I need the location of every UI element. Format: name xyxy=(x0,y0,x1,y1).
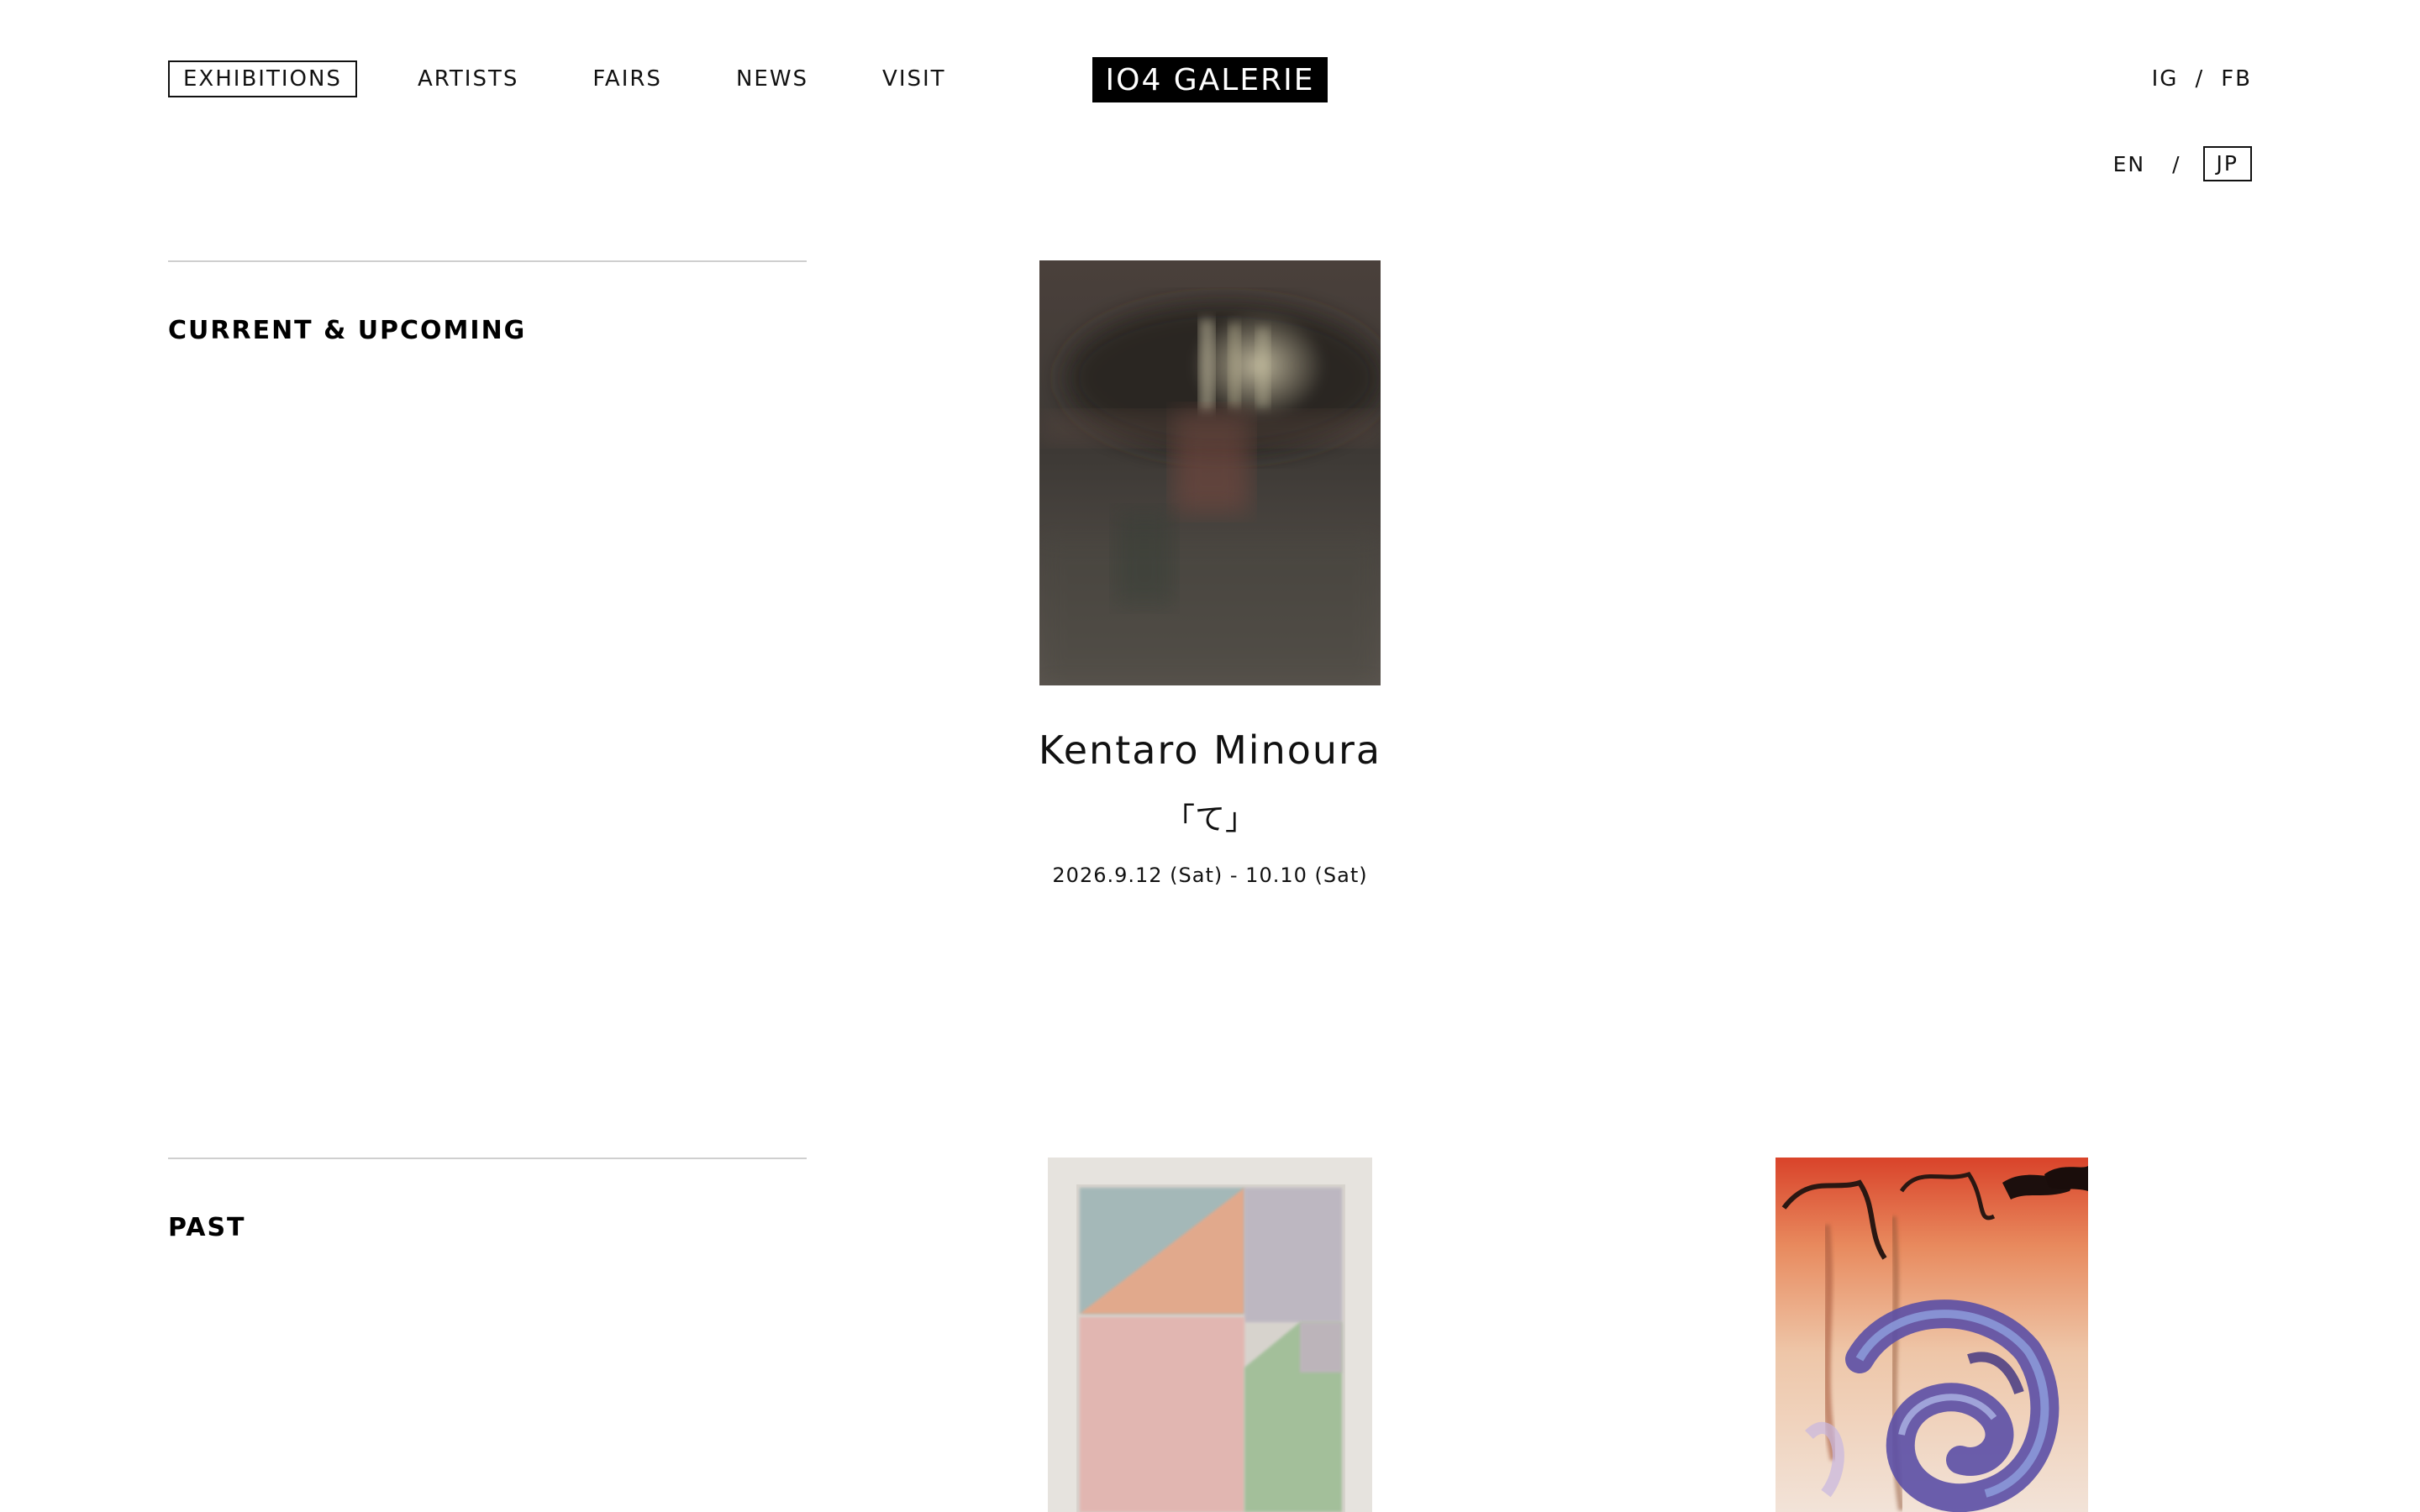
exhibition-artwork-image[interactable] xyxy=(1039,260,1381,685)
section-divider-past xyxy=(168,1158,807,1159)
site-logo[interactable]: IO4 GALERIE xyxy=(1092,57,1328,102)
exhibition-dates: 2026.9.12 (Sat) - 10.10 (Sat) xyxy=(1052,864,1368,887)
main-nav: EXHIBITIONS ARTISTS FAIRS NEWS VISIT xyxy=(168,60,1007,97)
exhibition-artist-name[interactable]: Kentaro Minoura xyxy=(874,727,1546,773)
lang-en[interactable]: EN xyxy=(2113,152,2146,176)
section-title-past: PAST xyxy=(168,1213,246,1242)
section-title-current: CURRENT & UPCOMING xyxy=(168,316,527,345)
page: EXHIBITIONS ARTISTS FAIRS NEWS VISIT IO4… xyxy=(0,0,2420,1512)
current-exhibition-card[interactable]: Kentaro Minoura 「て」 2026.9.12 (Sat) - 10… xyxy=(874,260,1546,887)
facebook-link[interactable]: FB xyxy=(2221,66,2252,92)
past-exhibition-thumbnail-2[interactable] xyxy=(1776,1158,2088,1512)
past-exhibition-thumbnail-1[interactable] xyxy=(1048,1158,1372,1512)
social-links: IG / FB xyxy=(2152,60,2252,97)
section-divider-current xyxy=(168,260,807,262)
past-artwork-image-2[interactable] xyxy=(1776,1158,2088,1512)
nav-exhibitions[interactable]: EXHIBITIONS xyxy=(168,60,357,97)
instagram-link[interactable]: IG xyxy=(2152,66,2179,92)
exhibition-title: 「て」 xyxy=(1164,802,1255,837)
lang-jp[interactable]: JP xyxy=(2202,146,2252,181)
lang-separator: / xyxy=(2172,151,2181,176)
nav-news[interactable]: NEWS xyxy=(723,60,822,97)
social-separator: / xyxy=(2195,66,2205,92)
nav-fairs[interactable]: FAIRS xyxy=(579,60,676,97)
nav-artists[interactable]: ARTISTS xyxy=(404,60,532,97)
past-artwork-image-1[interactable] xyxy=(1048,1158,1372,1512)
language-switcher: EN / JP xyxy=(2113,146,2252,181)
nav-visit[interactable]: VISIT xyxy=(869,60,960,97)
